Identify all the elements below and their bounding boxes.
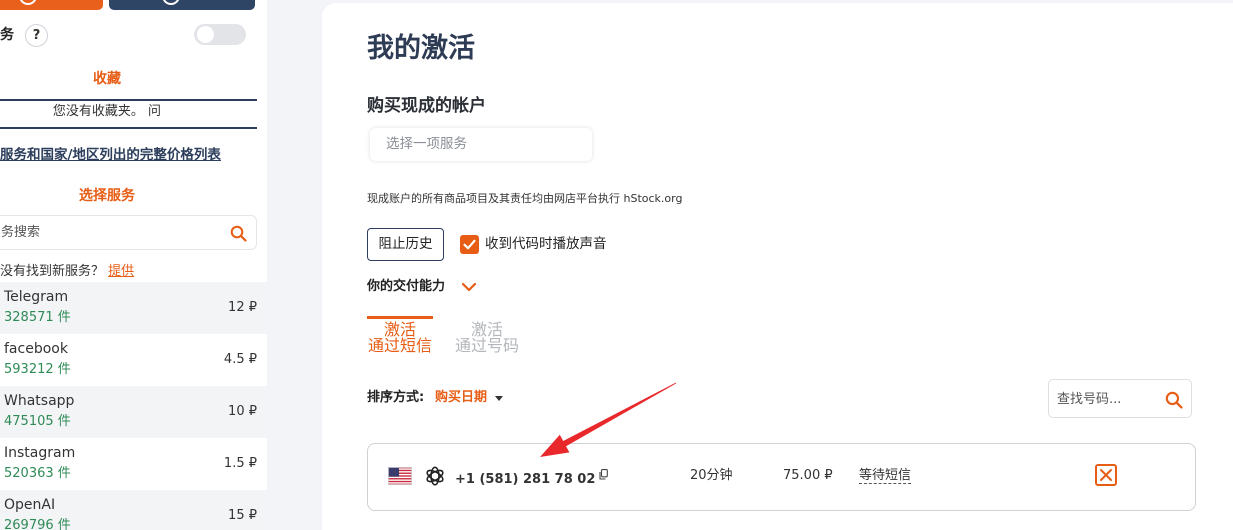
circle-icon: [162, 0, 180, 5]
service-count: 520363 件: [4, 466, 71, 481]
toggle-knob: [197, 26, 214, 43]
sort-dropdown[interactable]: 购买日期: [435, 390, 487, 406]
tab-line2: 通过短信: [367, 336, 432, 355]
ready-accounts-heading: 购买现成的帐户: [367, 96, 486, 116]
divider: [0, 99, 257, 101]
block-history-button[interactable]: 阻止历史: [367, 228, 444, 261]
top-orange-button[interactable]: [0, 0, 103, 10]
main-panel: 我的激活 购买现成的帐户 选择一项服务 现成账户的所有商品项目及其责任均由网店平…: [322, 3, 1233, 530]
price-list-link[interactable]: 服务和国家/地区列出的完整价格列表: [0, 147, 221, 163]
tab-activate-by-number[interactable]: 激活 通过号码: [454, 316, 520, 354]
activation-row: +1 (581) 281 78 02 20分钟 75.00 ₽ 等待短信: [367, 443, 1196, 511]
page-title: 我的激活: [367, 33, 475, 64]
divider: [0, 127, 257, 129]
service-item-facebook[interactable]: facebook 593212 件 4.5 ₽: [0, 334, 267, 386]
service-price: 12 ₽: [228, 300, 257, 315]
suggest-service: 没有找到新服务？ 提供: [0, 264, 134, 280]
favorites-empty-text: 您没有收藏夹。 问: [52, 104, 162, 119]
service-select-placeholder: 选择一项服务: [386, 136, 467, 152]
service-item-instagram[interactable]: Instagram 520363 件 1.5 ₽: [0, 438, 267, 490]
select-service-heading: 选择服务: [79, 188, 135, 204]
suggest-link[interactable]: 提供: [108, 264, 134, 279]
number-search-input[interactable]: 查找号码...: [1048, 379, 1192, 418]
service-search-placeholder: 务搜索: [1, 225, 41, 240]
us-flag-icon: [388, 467, 412, 485]
top-navy-button[interactable]: [109, 0, 255, 10]
sidebar: 务 ? 收藏 您没有收藏夹。 问 服务和国家/地区列出的完整价格列表 选择服务 …: [0, 0, 267, 530]
service-name: Telegram: [4, 289, 69, 305]
service-name: facebook: [4, 341, 68, 357]
service-price: 15 ₽: [228, 508, 257, 523]
service-search-input[interactable]: 务搜索: [0, 215, 257, 250]
service-count: 593212 件: [4, 362, 71, 377]
service-select[interactable]: 选择一项服务: [370, 128, 592, 161]
service-count: 475105 件: [4, 414, 71, 429]
service-toggle[interactable]: [194, 24, 246, 45]
sound-checkbox-label[interactable]: 收到代码时播放声音: [485, 236, 607, 253]
close-icon: [1100, 469, 1112, 481]
copy-icon[interactable]: [599, 469, 609, 480]
check-icon: [463, 239, 476, 250]
activation-price: 75.00 ₽: [783, 468, 833, 483]
service-price: 1.5 ₽: [223, 456, 257, 471]
service-price: 10 ₽: [228, 404, 257, 419]
service-item-openai[interactable]: OpenAI 269796 件 15 ₽: [0, 490, 267, 530]
service-count: 269796 件: [4, 518, 71, 530]
tab-activate-by-sms[interactable]: 激活 通过短信: [367, 316, 433, 354]
service-name: Whatsapp: [4, 393, 75, 409]
circle-icon: [19, 0, 37, 5]
phone-number: +1 (581) 281 78 02: [455, 468, 609, 488]
service-name: Instagram: [4, 445, 76, 461]
search-icon[interactable]: [230, 225, 247, 242]
service-list: Telegram 328571 件 12 ₽ facebook 593212 件…: [0, 282, 267, 530]
delivery-capability-toggle[interactable]: 你的交付能力: [367, 279, 445, 295]
service-item-whatsapp[interactable]: Whatsapp 475105 件 10 ₽: [0, 386, 267, 438]
suggest-text: 没有找到新服务？: [0, 264, 109, 279]
disclaimer-text: 现成账户的所有商品项目及其责任均由网店平台执行 hStock.org: [367, 192, 683, 205]
service-count: 328571 件: [4, 310, 71, 325]
cancel-activation-button[interactable]: [1095, 464, 1117, 486]
activation-status: 等待短信: [859, 468, 912, 484]
service-toggle-label: 务: [0, 27, 14, 43]
caret-down-icon[interactable]: [495, 396, 503, 401]
activation-time: 20分钟: [690, 468, 733, 483]
service-item-telegram[interactable]: Telegram 328571 件 12 ₽: [0, 282, 267, 334]
openai-icon: [426, 466, 444, 486]
phone-number-text: +1 (581) 281 78 02: [455, 472, 596, 487]
search-icon[interactable]: [1165, 391, 1183, 409]
number-search-placeholder: 查找号码...: [1057, 392, 1122, 407]
service-name: OpenAI: [4, 497, 56, 513]
chevron-down-icon[interactable]: [461, 281, 477, 293]
service-price: 4.5 ₽: [223, 352, 257, 367]
favorites-heading: 收藏: [93, 71, 121, 87]
help-icon[interactable]: ?: [25, 24, 48, 47]
sort-label: 排序方式:: [367, 390, 425, 405]
sound-checkbox[interactable]: [460, 235, 479, 254]
tab-line2: 通过号码: [454, 336, 519, 355]
